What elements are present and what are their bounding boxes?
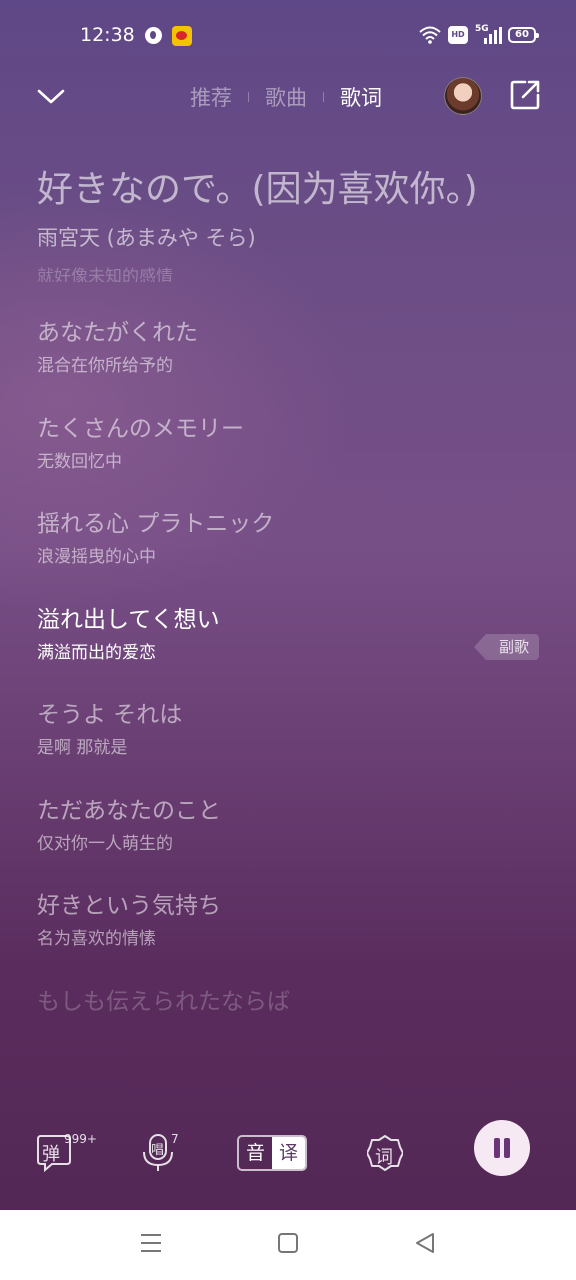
menu-icon[interactable] bbox=[140, 1232, 162, 1254]
lyric-line-current[interactable]: 溢れ出してく想い 满溢而出的爱恋 bbox=[37, 605, 537, 701]
system-nav-bar bbox=[0, 1210, 576, 1280]
lyric-translation: 满溢而出的爱恋 bbox=[37, 642, 156, 663]
chorus-tag[interactable]: 副歌 bbox=[474, 634, 539, 660]
hd-icon: HD bbox=[448, 26, 468, 44]
tab-recommend[interactable]: 推荐 bbox=[180, 82, 242, 112]
chevron-down-icon[interactable] bbox=[36, 82, 66, 112]
signal-icon bbox=[484, 27, 502, 44]
lyric-original: もしも伝えられたならば bbox=[37, 988, 290, 1015]
lyrics-style-button[interactable]: 词 bbox=[367, 1134, 405, 1174]
lyric-line[interactable]: たくさんのメモリー 无数回忆中 bbox=[37, 414, 537, 510]
home-icon[interactable] bbox=[277, 1232, 299, 1254]
lyric-original: そうよ それは bbox=[37, 702, 183, 728]
lyric-translation: 名为喜欢的情愫 bbox=[37, 929, 156, 949]
lyric-translation: 仅对你一人萌生的 bbox=[37, 833, 173, 854]
tab-song[interactable]: 歌曲 bbox=[255, 82, 317, 112]
lyric-translation: 无数回忆中 bbox=[37, 451, 122, 472]
lyric-translation: 混合在你所给予的 bbox=[37, 356, 173, 376]
lyric-line[interactable]: ただあなたのこと 仅对你一人萌生的 bbox=[37, 796, 537, 892]
lyrics-style-label: 词 bbox=[375, 1147, 393, 1168]
lyric-original: 揺れる心 プラトニック bbox=[37, 511, 275, 537]
tab-divider bbox=[323, 92, 324, 102]
sing-button[interactable]: 唱 7 bbox=[142, 1132, 182, 1176]
sing-label: 唱 bbox=[151, 1143, 165, 1158]
tab-divider bbox=[248, 92, 249, 102]
toggle-translation[interactable]: 译 bbox=[272, 1137, 305, 1169]
danmaku-button[interactable]: 弹 999+ bbox=[36, 1132, 97, 1174]
share-icon[interactable] bbox=[508, 78, 542, 112]
lyric-original: あなたがくれた bbox=[37, 320, 198, 346]
lyric-translation: 是啊 那就是 bbox=[37, 738, 128, 758]
player-screen: 12:38 HD 5G 60 推荐 歌曲 歌词 好きなので。(因为喜欢你。) 雨… bbox=[0, 0, 576, 1210]
lyric-line[interactable]: 好きという気持ち 名为喜欢的情愫 bbox=[37, 891, 537, 987]
back-icon[interactable] bbox=[414, 1232, 436, 1254]
avatar[interactable] bbox=[444, 77, 482, 115]
weibo-icon bbox=[172, 26, 192, 46]
danmaku-label: 弹 bbox=[42, 1144, 60, 1165]
battery-icon: 60 bbox=[508, 27, 539, 43]
lyric-line[interactable]: もしも伝えられたならば bbox=[37, 987, 537, 1083]
tab-lyrics[interactable]: 歌词 bbox=[330, 82, 392, 112]
status-time: 12:38 bbox=[80, 24, 135, 46]
translation-toggle[interactable]: 音 译 bbox=[237, 1135, 307, 1171]
lyric-original: 好きという気持ち bbox=[37, 893, 221, 919]
toggle-original[interactable]: 音 bbox=[239, 1137, 272, 1169]
pause-button[interactable] bbox=[474, 1120, 530, 1176]
lyric-line[interactable]: そうよ それは 是啊 那就是 bbox=[37, 700, 537, 796]
sing-count: 7 bbox=[171, 1132, 179, 1146]
status-bar: 12:38 HD 5G 60 bbox=[0, 0, 576, 72]
artist-name[interactable]: 雨宮天 (あまみや そら) bbox=[37, 222, 256, 252]
lyrics-list[interactable]: あなたがくれた 混合在你所给予的 たくさんのメモリー 无数回忆中 揺れる心 プラ… bbox=[37, 318, 537, 1082]
app-notification-icon bbox=[145, 27, 162, 44]
lyric-original: たくさんのメモリー bbox=[37, 415, 244, 442]
danmaku-count: 999+ bbox=[64, 1132, 97, 1146]
top-tabs: 推荐 歌曲 歌词 bbox=[180, 80, 392, 114]
lyric-line[interactable]: あなたがくれた 混合在你所给予的 bbox=[37, 318, 537, 414]
faded-previous-lyric: 就好像未知的感情 bbox=[37, 267, 173, 282]
lyric-translation: 浪漫摇曳的心中 bbox=[37, 547, 156, 567]
song-title: 好きなので。(因为喜欢你。) bbox=[37, 169, 478, 210]
lyric-line[interactable]: 揺れる心 プラトニック 浪漫摇曳的心中 bbox=[37, 509, 537, 605]
wifi-icon bbox=[419, 26, 441, 44]
lyric-original: ただあなたのこと bbox=[37, 797, 221, 824]
lyric-original: 溢れ出してく想い bbox=[37, 606, 220, 633]
bottom-toolbar: 弹 999+ 唱 7 音 译 词 bbox=[0, 1120, 576, 1190]
